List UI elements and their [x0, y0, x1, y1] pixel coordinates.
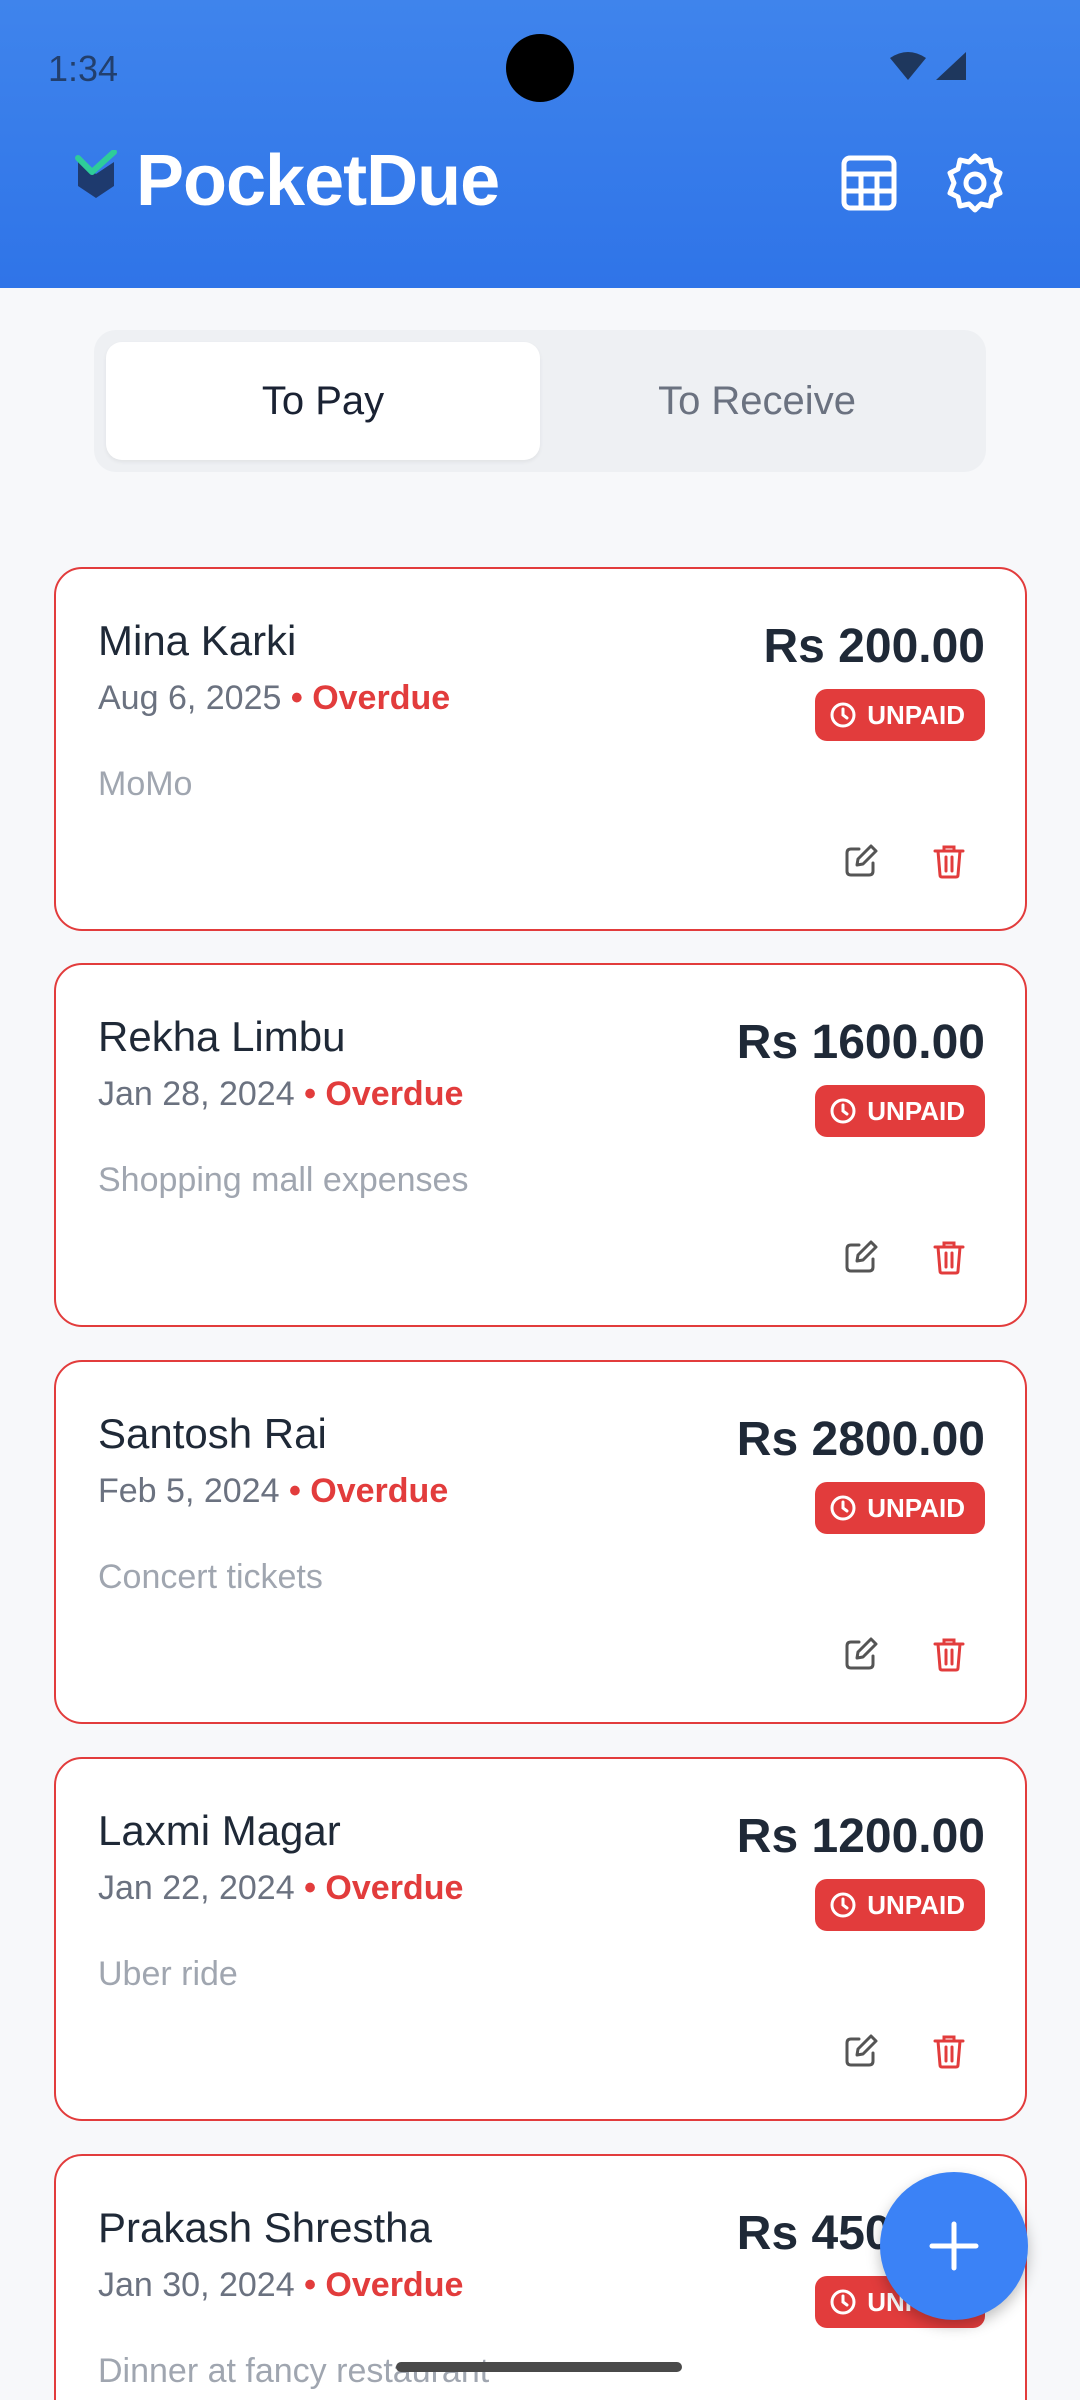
due-person-name: Laxmi Magar: [98, 1807, 341, 1854]
tab-to-receive[interactable]: To Receive: [540, 342, 974, 460]
unpaid-badge: UNPAID: [815, 1879, 985, 1931]
due-person-name: Mina Karki: [98, 617, 297, 664]
check-shield-icon: [75, 150, 117, 198]
due-date: Aug 6, 2025: [98, 679, 282, 717]
unpaid-badge: UNPAID: [815, 1085, 985, 1137]
overdue-label: • Overdue: [290, 679, 451, 717]
trash-icon: [933, 2035, 965, 2069]
due-card[interactable]: Santosh Rai Feb 5, 2024 • Overdue Concer…: [54, 1360, 1027, 1724]
due-card[interactable]: Mina Karki Aug 6, 2025 • Overdue MoMo Rs…: [54, 567, 1027, 931]
clock-icon: [830, 1892, 856, 1918]
badge-label: UNPAID: [867, 699, 965, 730]
due-amount: Rs 200.00: [763, 620, 985, 673]
gear-icon: [947, 153, 1003, 213]
overdue-label: • Overdue: [288, 1472, 449, 1510]
badge-label: UNPAID: [867, 1492, 965, 1523]
delete-button[interactable]: [921, 1229, 977, 1285]
edit-icon: [845, 844, 878, 877]
camera-cutout: [506, 34, 574, 102]
edit-button[interactable]: [833, 1229, 889, 1285]
wifi-icon: [890, 52, 926, 80]
due-amount: Rs 1200.00: [736, 1810, 985, 1863]
edit-button[interactable]: [833, 833, 889, 889]
overdue-label: • Overdue: [304, 1075, 464, 1113]
edit-icon: [845, 1240, 878, 1273]
tab-switcher: To Pay To Receive: [94, 330, 986, 472]
clock-icon: [830, 1098, 856, 1124]
due-date-line: Jan 22, 2024 • Overdue: [98, 1869, 463, 1908]
table-icon: [841, 155, 897, 211]
add-due-button[interactable]: [880, 2172, 1028, 2320]
due-date: Feb 5, 2024: [98, 1472, 280, 1510]
clock-icon: [830, 2289, 856, 2315]
due-person-name: Prakash Shrestha: [98, 2204, 432, 2251]
due-amount: Rs 2800.00: [736, 1413, 985, 1466]
due-note: Uber ride: [98, 1955, 238, 1993]
due-card[interactable]: Rekha Limbu Jan 28, 2024 • Overdue Shopp…: [54, 963, 1027, 1327]
due-note: Shopping mall expenses: [98, 1161, 469, 1199]
due-date: Jan 30, 2024: [98, 2266, 295, 2304]
due-note: Concert tickets: [98, 1558, 323, 1596]
due-person-name: Santosh Rai: [98, 1410, 327, 1457]
due-date: Jan 28, 2024: [98, 1075, 295, 1113]
due-date-line: Feb 5, 2024 • Overdue: [98, 1472, 448, 1511]
status-icons: [888, 50, 968, 82]
delete-button[interactable]: [921, 2023, 977, 2079]
delete-button[interactable]: [921, 1626, 977, 1682]
due-date-line: Aug 6, 2025 • Overdue: [98, 679, 450, 718]
due-date-line: Jan 28, 2024 • Overdue: [98, 1075, 463, 1114]
logo: [74, 150, 118, 200]
home-indicator: [396, 2362, 682, 2372]
trash-icon: [933, 845, 965, 879]
overdue-label: • Overdue: [304, 1869, 464, 1907]
clock-icon: [830, 1495, 856, 1521]
due-amount: Rs 1600.00: [736, 1016, 985, 1069]
clock-icon: [830, 702, 856, 728]
badge-label: UNPAID: [867, 1095, 965, 1126]
unpaid-badge: UNPAID: [815, 689, 985, 741]
due-date: Jan 22, 2024: [98, 1869, 295, 1907]
overdue-label: • Overdue: [304, 2266, 464, 2304]
edit-button[interactable]: [833, 2023, 889, 2079]
delete-button[interactable]: [921, 833, 977, 889]
edit-icon: [845, 1637, 878, 1670]
due-note: MoMo: [98, 765, 193, 803]
status-time: 1:34: [48, 48, 119, 89]
table-view-button[interactable]: [836, 150, 902, 216]
app-title: PocketDue: [136, 141, 500, 221]
badge-label: UNPAID: [867, 1889, 965, 1920]
edit-button[interactable]: [833, 1626, 889, 1682]
tab-to-pay[interactable]: To Pay: [106, 342, 540, 460]
unpaid-badge: UNPAID: [815, 1482, 985, 1534]
edit-icon: [845, 2034, 878, 2067]
plus-icon: [929, 2221, 979, 2271]
signal-icon: [936, 52, 966, 80]
trash-icon: [933, 1241, 965, 1275]
trash-icon: [933, 1638, 965, 1672]
app-header: 1:34 PocketDue: [0, 0, 1080, 288]
due-date-line: Jan 30, 2024 • Overdue: [98, 2266, 463, 2305]
due-card[interactable]: Laxmi Magar Jan 22, 2024 • Overdue Uber …: [54, 1757, 1027, 2121]
due-person-name: Rekha Limbu: [98, 1013, 346, 1060]
settings-button[interactable]: [942, 150, 1008, 216]
